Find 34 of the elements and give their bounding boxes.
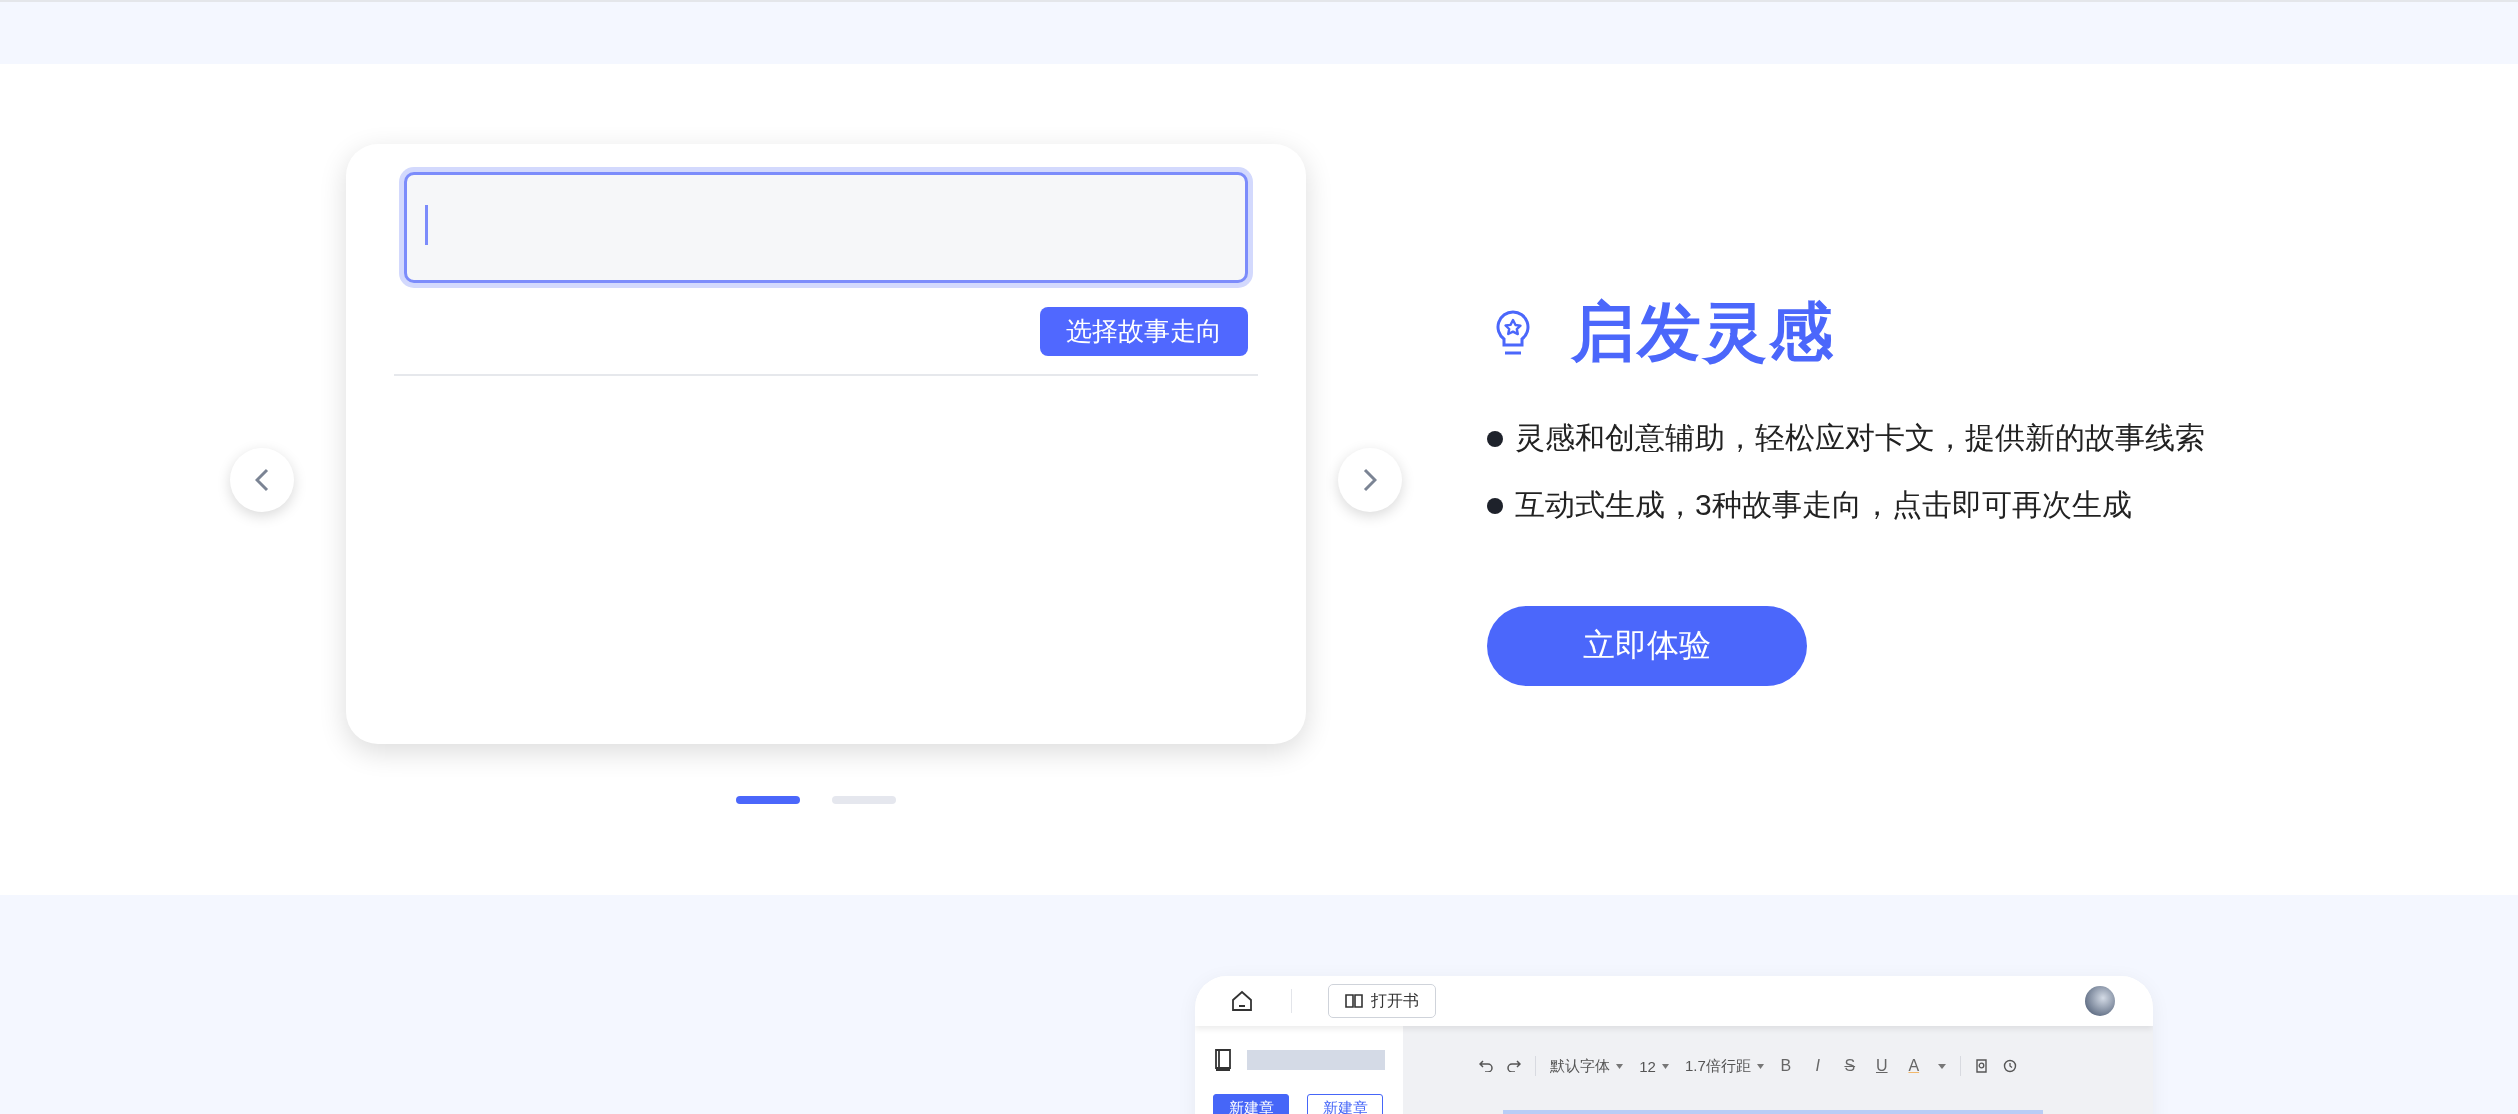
format-button[interactable]: U (1873, 1057, 1890, 1075)
new-chapter-button[interactable]: 新建章 (1213, 1094, 1289, 1114)
bullet-icon (1487, 430, 1503, 447)
caret-icon (1616, 1063, 1624, 1069)
avatar[interactable] (2085, 986, 2115, 1016)
chevron-right-icon (1363, 468, 1377, 492)
home-icon[interactable] (1231, 990, 1253, 1012)
feature-bullet: 灵感和创意辅助，轻松应对卡文，提供新的故事线索 (1515, 420, 2205, 456)
toolbar-dropdown[interactable]: 1.7倍行距 (1684, 1056, 1764, 1076)
format-button[interactable]: A (1905, 1057, 1922, 1075)
chevron-left-icon (255, 468, 269, 492)
toolbar-dropdown[interactable]: 默认字体 (1550, 1056, 1624, 1076)
format-button[interactable]: S (1841, 1057, 1858, 1075)
feature-title: 启发灵感 (1571, 295, 1835, 370)
text-cursor (425, 205, 428, 245)
caret-icon[interactable] (1937, 1063, 1946, 1069)
lightbulb-star-icon (1495, 308, 1531, 357)
bullet-icon (1487, 497, 1503, 514)
undo-icon[interactable] (1479, 1060, 1494, 1072)
format-button[interactable]: I (1809, 1057, 1826, 1075)
format-button[interactable]: B (1777, 1057, 1794, 1075)
book-icon (1345, 993, 1363, 1009)
history-icon[interactable] (2002, 1059, 2017, 1073)
try-now-button[interactable]: 立即体验 (1487, 606, 1807, 686)
redo-icon[interactable] (1507, 1060, 1522, 1072)
caret-icon (1756, 1063, 1764, 1069)
choose-direction-button[interactable]: 选择故事走向 (1040, 307, 1248, 356)
notebook-icon (1213, 1048, 1233, 1072)
new-chapter-button[interactable]: 新建章 (1307, 1094, 1383, 1114)
caret-icon (1661, 1063, 1669, 1069)
feature-bullet: 互动式生成，3种故事走向，点击即可再次生成 (1515, 487, 2132, 523)
toolbar-dropdown[interactable]: 12 (1639, 1056, 1669, 1076)
find-icon[interactable] (1974, 1059, 1989, 1073)
open-book-button[interactable]: 打开书 (1328, 984, 1436, 1018)
